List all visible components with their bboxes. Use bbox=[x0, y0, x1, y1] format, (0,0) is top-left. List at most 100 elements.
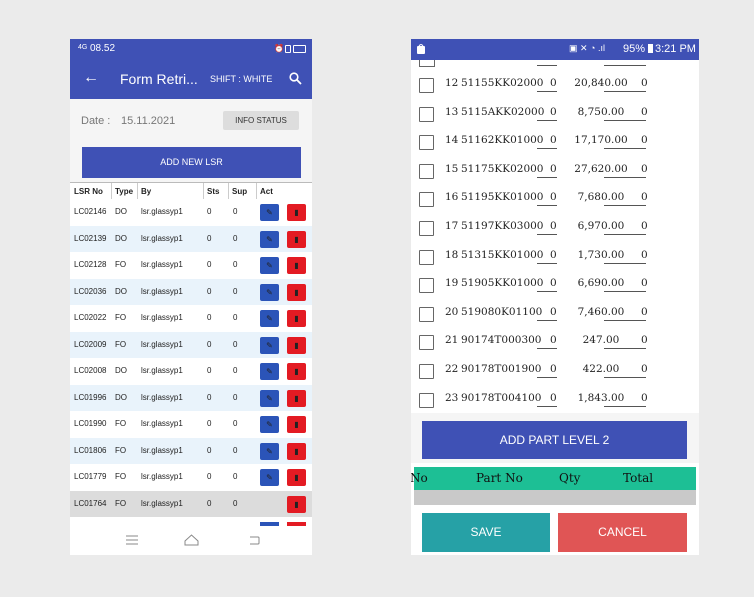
cell-type: FO bbox=[115, 313, 127, 322]
part-checkbox[interactable] bbox=[419, 163, 434, 179]
table-row[interactable]: LC02008 DO lsr.glassyp1 0 0 ✎ ▮ bbox=[70, 358, 312, 384]
part-index: 14 bbox=[445, 134, 459, 147]
delete-icon[interactable]: ▮ bbox=[287, 416, 306, 433]
total-field[interactable] bbox=[604, 134, 646, 150]
part-qty: 0 bbox=[550, 248, 557, 261]
table-row[interactable]: LC01806 FO lsr.glassyp1 0 0 ✎ ▮ bbox=[70, 437, 312, 464]
info-status-button[interactable]: INFO STATUS bbox=[223, 111, 299, 130]
total-field[interactable] bbox=[604, 249, 646, 264]
delete-icon[interactable]: ▮ bbox=[287, 310, 306, 327]
edit-icon[interactable]: ✎ bbox=[260, 310, 279, 327]
part-checkbox[interactable] bbox=[419, 392, 434, 408]
part-row: 16 51195KK01000 0 7,680.00 0 bbox=[411, 186, 699, 215]
cell-sup: 0 bbox=[233, 392, 238, 402]
part-checkbox[interactable] bbox=[419, 78, 434, 93]
col-act: Act bbox=[260, 187, 273, 196]
table-row[interactable]: LC01764 FO lsr.glassyp1 0 0 ▮ bbox=[70, 490, 312, 517]
edit-icon[interactable]: ✎ bbox=[260, 283, 279, 301]
total-field[interactable] bbox=[604, 191, 646, 207]
part-qty: 0 bbox=[550, 220, 557, 232]
part-index: 13 bbox=[445, 105, 459, 118]
back-arrow-icon[interactable]: ← bbox=[83, 69, 99, 87]
cancel-button[interactable]: CANCEL bbox=[558, 513, 687, 552]
part-total: 0 bbox=[641, 191, 648, 204]
table-row[interactable]: LC02139 DO lsr.glassyp1 0 0 ✎ ▮ bbox=[70, 225, 312, 252]
save-button[interactable]: SAVE bbox=[422, 513, 550, 552]
delete-icon[interactable]: ▮ bbox=[287, 336, 306, 354]
total-field[interactable] bbox=[604, 306, 646, 321]
part-checkbox[interactable] bbox=[419, 135, 434, 151]
delete-icon[interactable]: ▮ bbox=[287, 257, 306, 274]
part-index: 16 bbox=[445, 191, 459, 204]
table-row[interactable]: LC02009 FO lsr.glassyp1 0 0 ✎ ▮ bbox=[70, 331, 312, 358]
delete-icon[interactable]: ▮ bbox=[287, 389, 306, 407]
cell-by: lsr.glassyp1 bbox=[141, 392, 183, 402]
table-row[interactable]: LC01779 FO lsr.glassyp1 0 0 ✎ ▮ bbox=[70, 464, 312, 490]
table-row[interactable]: LC01990 FO lsr.glassyp1 0 0 ✎ ▮ bbox=[70, 411, 312, 437]
total-field[interactable] bbox=[604, 77, 646, 92]
home-icon[interactable] bbox=[184, 534, 199, 546]
edit-icon[interactable]: ✎ bbox=[260, 204, 279, 221]
part-checkbox[interactable] bbox=[419, 335, 434, 351]
table-row[interactable]: LC02036 DO lsr.glassyp1 0 0 ✎ ▮ bbox=[70, 278, 312, 305]
part-checkbox[interactable] bbox=[419, 306, 434, 322]
edit-icon[interactable]: ✎ bbox=[260, 336, 279, 354]
partial-checkbox[interactable] bbox=[419, 60, 435, 67]
part-checkbox[interactable] bbox=[419, 249, 434, 265]
edit-icon[interactable]: ✎ bbox=[260, 230, 279, 248]
cell-by: lsr.glassyp1 bbox=[141, 419, 183, 428]
add-new-lsr-button[interactable]: ADD NEW LSR bbox=[82, 147, 301, 178]
part-number: 51197KK03000 bbox=[461, 220, 544, 232]
recent-apps-icon[interactable] bbox=[126, 535, 138, 545]
part-number: 51905KK01000 bbox=[461, 277, 544, 290]
part-number: 90174T000300 bbox=[461, 334, 542, 347]
edit-icon[interactable]: ✎ bbox=[260, 442, 279, 460]
total-field[interactable] bbox=[604, 334, 646, 350]
edit-icon[interactable]: ✎ bbox=[260, 389, 279, 407]
table-row[interactable]: LC02128 FO lsr.glassyp1 0 0 ✎ ▮ bbox=[70, 252, 312, 278]
edit-icon[interactable]: ✎ bbox=[260, 363, 279, 380]
part-total: 0 bbox=[641, 277, 648, 290]
total-field[interactable] bbox=[604, 363, 646, 378]
delete-icon[interactable]: ▮ bbox=[287, 469, 306, 486]
back-nav-icon[interactable] bbox=[248, 535, 260, 545]
part-number: 51315KK01000 bbox=[461, 248, 544, 261]
part-qty: 0 bbox=[550, 105, 557, 118]
edit-icon[interactable]: ✎ bbox=[260, 469, 279, 486]
battery-icon-right bbox=[648, 44, 653, 53]
part-row: 17 51197KK03000 0 6,970.00 0 bbox=[411, 215, 699, 244]
total-field[interactable] bbox=[604, 277, 646, 293]
delete-icon[interactable]: ▮ bbox=[287, 442, 306, 460]
total-field[interactable] bbox=[604, 220, 646, 235]
cell-by: lsr.glassyp1 bbox=[141, 339, 183, 349]
part-checkbox[interactable] bbox=[419, 106, 434, 122]
part-number: 51175KK02000 bbox=[461, 162, 544, 175]
total-field[interactable] bbox=[604, 106, 646, 121]
col-no: No bbox=[411, 471, 428, 485]
part-row: 14 51162KK01000 0 17,170.00 0 bbox=[411, 129, 699, 158]
total-field[interactable] bbox=[604, 392, 646, 407]
edit-icon[interactable]: ✎ bbox=[260, 257, 279, 274]
part-total: 0 bbox=[641, 391, 648, 404]
add-part-level2-button[interactable]: ADD PART LEVEL 2 bbox=[422, 421, 687, 459]
part-checkbox[interactable] bbox=[419, 364, 434, 379]
total-field[interactable] bbox=[604, 163, 646, 178]
delete-icon[interactable]: ▮ bbox=[287, 230, 306, 248]
delete-icon[interactable]: ▮ bbox=[287, 495, 306, 513]
table-row[interactable]: LC02146 DO lsr.glassyp1 0 0 ✎ ▮ bbox=[70, 199, 312, 225]
part-checkbox[interactable] bbox=[419, 278, 434, 294]
shift-label: SHIFT : WHITE bbox=[210, 74, 273, 84]
part-checkbox[interactable] bbox=[419, 192, 434, 208]
part-checkbox[interactable] bbox=[419, 221, 434, 236]
cell-lsr-no: LC02146 bbox=[74, 207, 107, 216]
part-total: 0 bbox=[641, 248, 648, 261]
delete-icon[interactable]: ▮ bbox=[287, 204, 306, 221]
table-row[interactable]: LC01996 DO lsr.glassyp1 0 0 ✎ ▮ bbox=[70, 384, 312, 411]
edit-icon[interactable]: ✎ bbox=[260, 416, 279, 433]
cell-type: FO bbox=[115, 498, 127, 508]
delete-icon[interactable]: ▮ bbox=[287, 283, 306, 301]
search-icon[interactable] bbox=[289, 72, 302, 85]
table-row[interactable]: LC02022 FO lsr.glassyp1 0 0 ✎ ▮ bbox=[70, 305, 312, 331]
cell-lsr-no: LC02008 bbox=[74, 366, 107, 375]
delete-icon[interactable]: ▮ bbox=[287, 363, 306, 380]
